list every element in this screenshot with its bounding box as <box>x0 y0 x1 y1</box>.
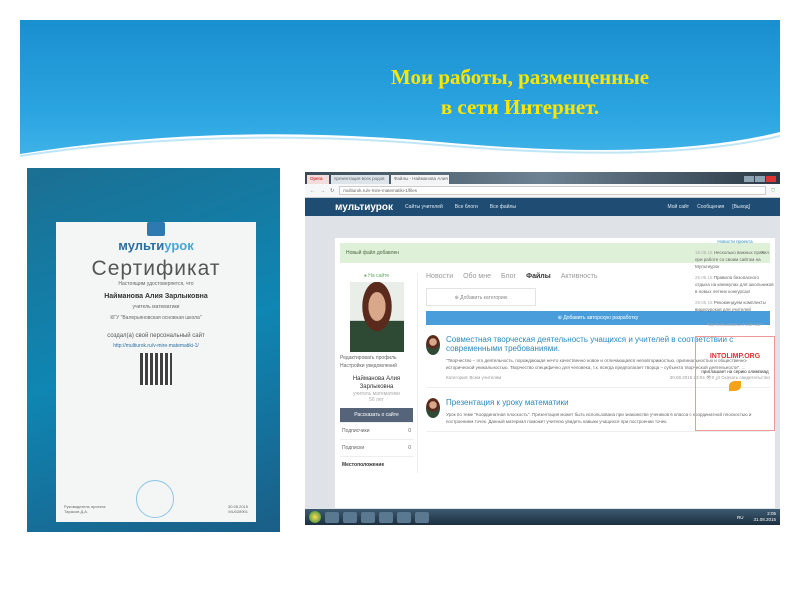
site-navbar: мультиурок Сайты учителей Все блоги Все … <box>305 198 780 216</box>
online-status: ● На сайте <box>363 273 390 279</box>
taskbar-app[interactable] <box>415 511 429 523</box>
certificate-intro: Настоящим удостоверяется, что <box>118 281 194 287</box>
start-button[interactable] <box>309 511 321 523</box>
clock[interactable]: 2:05 31.08.2015 <box>753 511 776 523</box>
nav-teacher-sites[interactable]: Сайты учителей <box>405 204 443 210</box>
profile-name: Найманова Алия Зарлыковна <box>352 376 401 390</box>
leaf-icon <box>729 381 741 391</box>
taskbar: RU 2:05 31.08.2015 <box>305 509 780 525</box>
tab-files-page[interactable]: Файлы <box>526 273 551 280</box>
certificate-number: MU028901 <box>228 509 248 514</box>
forward-icon[interactable]: → <box>320 188 325 194</box>
slide-title: Мои работы, размещенные в сети Интернет. <box>390 65 650 119</box>
nav-all-blogs[interactable]: Все блоги <box>455 204 478 210</box>
location-label: Местоположение <box>340 456 413 473</box>
certificate-created: создал(а) свой персональный сайт <box>107 333 205 339</box>
nav-logout[interactable]: [Выход] <box>732 204 750 210</box>
taskbar-app[interactable] <box>379 511 393 523</box>
news-heading: Новости проекта <box>717 239 753 244</box>
book-logo-icon <box>147 222 165 236</box>
taskbar-app[interactable] <box>343 511 357 523</box>
post-category[interactable]: Категория: Всем учителям <box>446 375 501 381</box>
tab-blog[interactable]: Блог <box>501 273 516 280</box>
profile-photo <box>349 282 404 352</box>
address-bar[interactable]: multiurok.ru/v-mire-matematiki-1/files <box>339 186 767 195</box>
certificate-logo: мультиурок <box>118 238 194 253</box>
profile-age: 56 лет <box>369 397 384 403</box>
tab-about[interactable]: Обо мне <box>463 273 491 280</box>
language-indicator[interactable]: RU <box>737 515 744 520</box>
back-icon[interactable]: ← <box>310 188 315 194</box>
subscribers-row[interactable]: Подписчики 0 <box>340 422 413 439</box>
qr-code <box>140 353 172 385</box>
news-item[interactable]: 29.05.15 Рекомендуем комплекты видеоурок… <box>695 299 775 313</box>
tab-files[interactable]: Файлы - Найманова Алия <box>391 175 449 184</box>
tab-opera[interactable]: Opera <box>307 175 329 184</box>
news-item[interactable]: 25.06.15 Правила безопасного отдыха на к… <box>695 274 775 295</box>
tab-activity[interactable]: Активность <box>561 273 598 280</box>
certificate-image: мультиурок Сертификат Настоящим удостове… <box>27 168 280 532</box>
tab-presentation[interactable]: презентация всех родов <box>331 175 389 184</box>
site-logo[interactable]: мультиурок <box>335 202 393 213</box>
certificate-heading: Сертификат <box>91 257 221 280</box>
nav-messages[interactable]: Сообщения <box>697 204 724 210</box>
certificate-url: http://multiurok.ru/v-mire-matematiki-1/ <box>113 343 199 349</box>
notifications-link[interactable]: Настройки уведомлений <box>340 363 413 369</box>
avatar <box>426 398 440 418</box>
intolimp-ad[interactable]: INTOLIMP.ORG приглашает на серию олимпиа… <box>695 336 775 431</box>
window-controls[interactable] <box>744 176 780 184</box>
signer-name: Тарасов Д.А. <box>64 509 89 514</box>
certificate-name: Найманова Алия Зарлыковна <box>104 293 208 300</box>
add-category-button[interactable]: ⊕ Добавить категорию <box>426 288 536 306</box>
avatar <box>426 335 440 355</box>
edit-profile-link[interactable]: Редактировать профиль <box>340 355 413 361</box>
subscriptions-row[interactable]: Подписки 0 <box>340 439 413 456</box>
news-item[interactable]: 18.08.15 Несколько важных правил при раб… <box>695 249 775 270</box>
taskbar-app[interactable] <box>325 511 339 523</box>
shield-icon[interactable]: ⛉ <box>771 188 775 194</box>
reload-icon[interactable]: ↻ <box>330 188 334 194</box>
nav-my-site[interactable]: Мой сайт <box>668 204 690 210</box>
certificate-position: учитель математики <box>132 304 180 310</box>
certificate-school: КГУ "Валерьяновская основная школа" <box>110 315 202 321</box>
taskbar-app[interactable] <box>361 511 375 523</box>
taskbar-app[interactable] <box>397 511 411 523</box>
nav-all-files[interactable]: Все файлы <box>490 204 516 210</box>
news-sidebar: Новости проекта 18.08.15 Несколько важны… <box>695 238 775 431</box>
howto-link[interactable]: Как пользоваться сайтом? <box>695 321 775 328</box>
browser-screenshot: Opera презентация всех родов Файлы - Най… <box>305 172 780 525</box>
tab-news[interactable]: Новости <box>426 273 453 280</box>
share-button[interactable]: Рассказать о сайте <box>340 408 413 422</box>
